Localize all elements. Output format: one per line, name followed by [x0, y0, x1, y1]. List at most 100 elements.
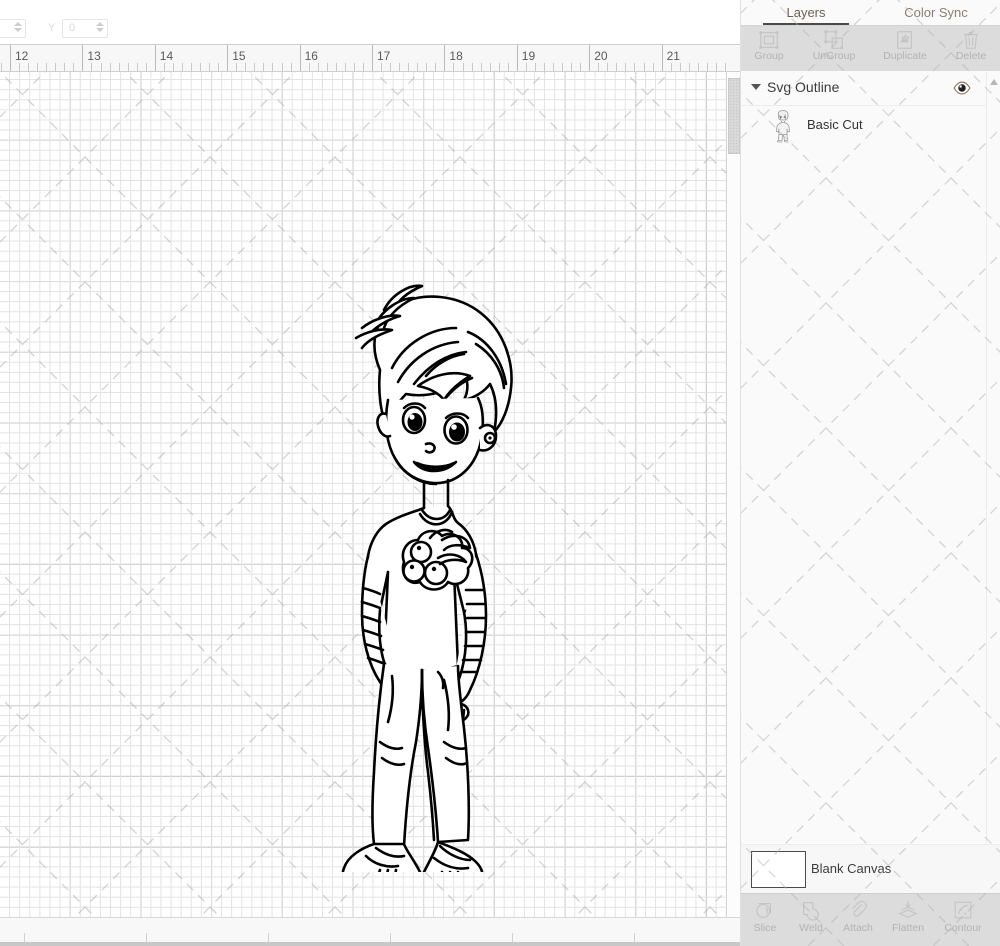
ruler-minor-tick [670, 63, 672, 71]
ruler-minor-tick [317, 63, 319, 71]
ruler-minor-tick [706, 63, 708, 71]
blank-canvas-thumbnail[interactable] [751, 851, 806, 888]
ruler-major-tick [10, 45, 11, 71]
flatten-button[interactable]: Flatten [884, 897, 932, 945]
weld-button[interactable]: Weld [787, 897, 835, 945]
x-stepper[interactable] [12, 22, 23, 36]
ruler-minor-tick [381, 63, 383, 71]
ruler-minor-tick [290, 63, 292, 71]
delete-button[interactable]: Delete [945, 26, 997, 71]
ruler-major-tick [372, 45, 373, 71]
scroll-segment-marker [24, 933, 25, 942]
ruler-minor-tick [462, 63, 464, 71]
ruler-minor-tick [91, 63, 93, 71]
list-item[interactable]: Basic Cut [741, 106, 1000, 146]
ruler-minor-tick [616, 63, 618, 71]
canvas-horizontal-scrollbar-thumb[interactable] [0, 942, 740, 946]
ruler-minor-tick [181, 63, 183, 71]
ruler-minor-tick [453, 63, 455, 71]
ruler-minor-tick [326, 63, 328, 71]
tab-color-sync-label: Color Sync [904, 5, 968, 20]
cartoon-boy-line-art[interactable] [318, 272, 528, 872]
design-grid[interactable] [0, 72, 726, 917]
tab-layers[interactable]: Layers [741, 0, 871, 25]
ruler-minor-tick [480, 63, 482, 71]
contour-button[interactable]: Contour [939, 897, 987, 945]
canvas-vertical-scrollbar[interactable] [726, 72, 740, 917]
ruler-minor-tick [525, 63, 527, 71]
y-stepper[interactable] [94, 22, 105, 36]
ruler-minor-tick [335, 63, 337, 71]
layer-group-row[interactable]: Svg Outline [741, 71, 1000, 106]
layer-group-title: Svg Outline [767, 79, 840, 95]
ruler-minor-tick [553, 63, 554, 71]
ruler-minor-tick [254, 63, 256, 71]
ruler-minor-tick [136, 63, 138, 71]
canvas-vertical-scrollbar-thumb[interactable] [728, 78, 740, 154]
tab-layers-label: Layers [786, 5, 826, 20]
ruler-minor-tick [209, 63, 211, 71]
duplicate-icon [897, 31, 912, 49]
slice-icon [756, 903, 772, 918]
ruler-minor-tick [715, 63, 717, 71]
boy-outline-thumbnail [776, 110, 790, 143]
scroll-up-arrow-icon[interactable] [990, 79, 998, 85]
layer-actions-toolbar: Group UnGroup Duplicate Delete [741, 26, 1000, 72]
ungroup-button[interactable]: UnGroup [808, 26, 860, 71]
ruler-major-tick [227, 45, 229, 71]
tab-color-sync[interactable]: Color Sync [871, 0, 1000, 25]
attach-button-label: Attach [843, 922, 873, 934]
scroll-segment-marker [390, 933, 391, 942]
ruler-tick-label: 14 [159, 49, 174, 63]
flatten-button-label: Flatten [891, 922, 925, 934]
canvas-horizontal-scrollbar[interactable] [0, 917, 740, 946]
position-toolbar: on Y 0 [0, 0, 740, 44]
shape-actions-toolbar: Slice Weld Attach Flatten Contour [741, 893, 1000, 946]
ruler-minor-tick [100, 63, 102, 71]
ruler-minor-tick [191, 63, 192, 71]
group-button[interactable]: Group [743, 26, 795, 71]
y-label: Y [48, 22, 56, 34]
attach-button[interactable]: Attach [834, 897, 882, 945]
ruler-minor-tick [580, 63, 582, 71]
scroll-segment-marker [512, 933, 513, 942]
ruler-minor-tick [724, 63, 726, 71]
attach-icon [852, 900, 867, 917]
blank-canvas-row[interactable]: Blank Canvas [741, 844, 1000, 894]
horizontal-ruler: 12 13 14 15 16 17 18 19 20 21 [0, 44, 740, 72]
ruler-minor-tick [28, 63, 30, 71]
eye-icon[interactable] [953, 81, 971, 95]
ruler-minor-tick [353, 63, 355, 71]
ruler-tick-label: 15 [232, 49, 246, 63]
x-position-input[interactable] [0, 19, 26, 38]
ruler-minor-tick [218, 63, 220, 71]
blank-canvas-label: Blank Canvas [811, 861, 892, 876]
watermark-overlay [0, 72, 726, 917]
ruler-minor-tick [55, 63, 57, 71]
ruler-tick-label: 19 [521, 49, 536, 63]
ruler-tick-label: 17 [377, 49, 391, 63]
scroll-segment-marker [146, 933, 147, 942]
duplicate-button[interactable]: Duplicate [879, 26, 931, 71]
ruler-minor-tick [245, 63, 247, 71]
ruler-minor-tick [362, 63, 364, 71]
ruler-minor-tick [426, 63, 428, 71]
ruler-minor-tick [534, 63, 536, 71]
y-position-input[interactable]: 0 [62, 19, 108, 38]
ruler-minor-tick [236, 63, 238, 71]
panel-tabs: Layers Color Sync [741, 0, 1000, 26]
chevron-down-icon[interactable] [751, 84, 761, 90]
panel-scrollbar[interactable] [986, 71, 1000, 844]
ruler-major-tick [444, 45, 446, 71]
y-position-value: 0 [69, 22, 76, 34]
ruler-minor-tick [498, 63, 500, 71]
ruler-minor-tick [543, 63, 545, 71]
slice-button[interactable]: Slice [741, 897, 789, 945]
ruler-minor-tick [163, 63, 165, 71]
ruler-minor-tick [145, 63, 147, 71]
weld-icon [803, 902, 819, 921]
ruler-major-tick [516, 45, 518, 71]
ruler-major-tick [299, 45, 301, 71]
delete-button-label: Delete [955, 50, 987, 62]
slice-button-label: Slice [753, 922, 777, 934]
